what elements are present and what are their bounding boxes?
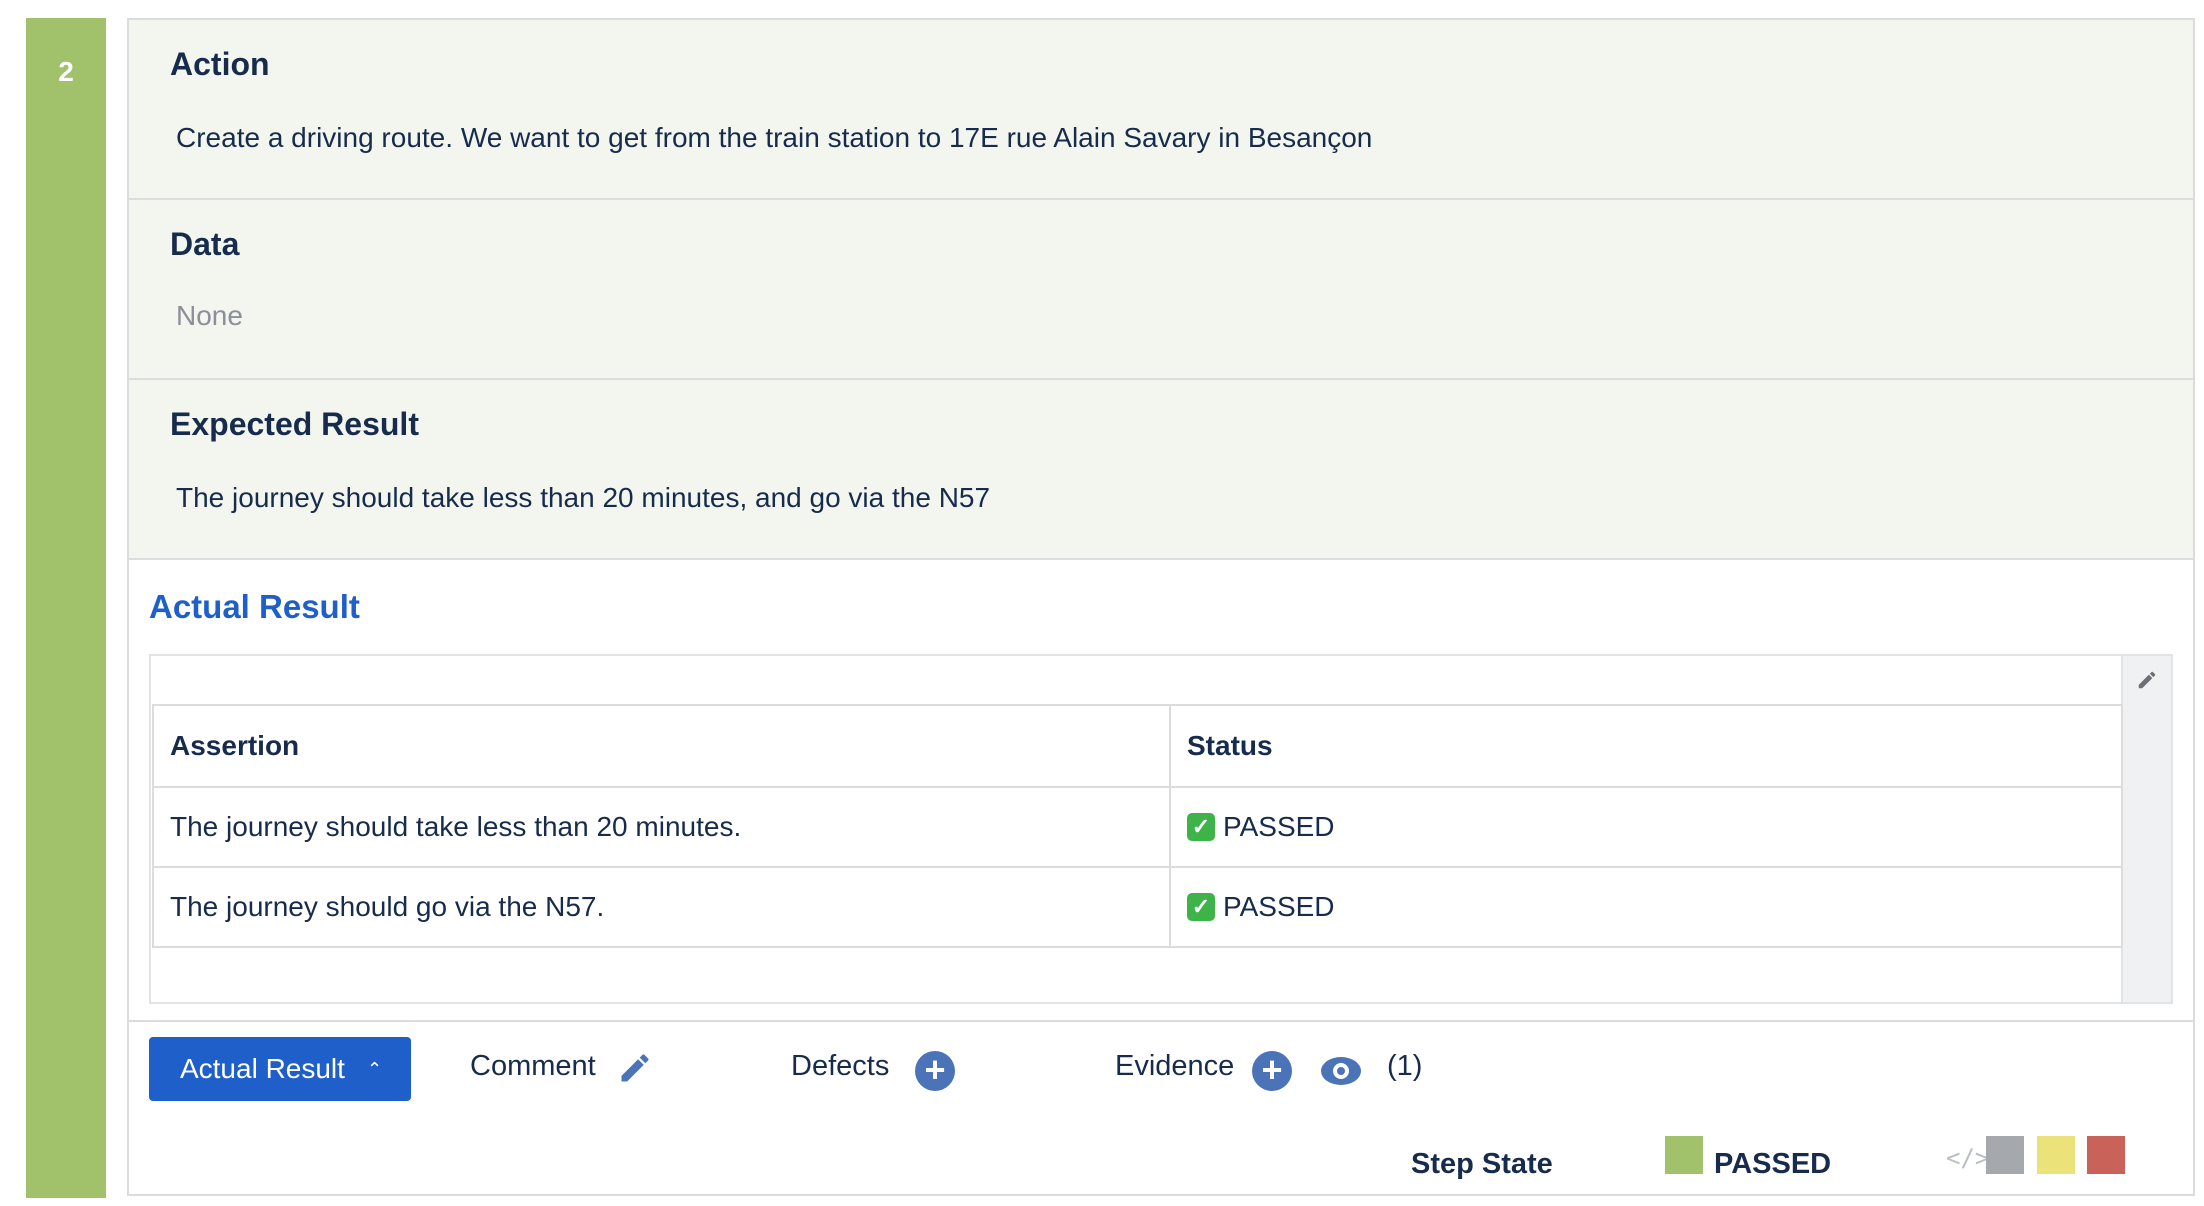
step-number: 2 <box>58 56 74 87</box>
add-evidence-icon[interactable]: + <box>1252 1051 1292 1091</box>
actual-result-button-label: Actual Result <box>179 1053 345 1084</box>
code-icon[interactable]: </> <box>1946 1144 1989 1172</box>
table-row: The journey should go via the N57. ✓ PAS… <box>152 866 2123 948</box>
status-cell: ✓ PASSED <box>1169 786 2123 868</box>
expected-result-section: Expected Result The journey should take … <box>129 380 2193 560</box>
expected-result-body: The journey should take less than 20 min… <box>176 482 991 513</box>
check-icon: ✓ <box>1187 813 1215 841</box>
comment-button[interactable]: Comment <box>470 1050 596 1083</box>
eye-icon[interactable] <box>1319 1053 1363 1089</box>
data-title: Data <box>170 226 240 262</box>
add-defect-icon[interactable]: + <box>915 1051 955 1091</box>
comment-label: Comment <box>470 1050 596 1082</box>
column-header-assertion: Assertion <box>152 704 1171 788</box>
status-cell: ✓ PASSED <box>1169 866 2123 948</box>
data-body: None <box>176 300 243 331</box>
assertion-cell: The journey should take less than 20 min… <box>152 786 1171 868</box>
actual-result-editor[interactable]: Assertion Status The journey should take… <box>149 654 2173 1004</box>
status-text: PASSED <box>1223 811 1335 842</box>
defects-label: Defects <box>791 1050 890 1082</box>
state-executing-button[interactable] <box>2037 1136 2075 1174</box>
check-icon: ✓ <box>1187 893 1215 921</box>
actual-result-title: Actual Result <box>149 588 360 625</box>
step-card: Action Create a driving route. We want t… <box>127 18 2195 1196</box>
column-header-status: Status <box>1169 704 2123 788</box>
action-body: Create a driving route. We want to get f… <box>176 122 1373 153</box>
action-section: Action Create a driving route. We want t… <box>129 20 2193 200</box>
action-title: Action <box>170 46 270 82</box>
expected-result-title: Expected Result <box>170 406 419 442</box>
state-todo-button[interactable] <box>1986 1136 2024 1174</box>
step-state-value: PASSED <box>1714 1148 1832 1180</box>
evidence-count: (1) <box>1387 1050 1423 1082</box>
footer-divider <box>129 1020 2193 1022</box>
status-text: PASSED <box>1223 891 1335 922</box>
evidence-label: Evidence <box>1115 1050 1235 1082</box>
state-failed-button[interactable] <box>2087 1136 2125 1174</box>
chevron-up-icon: ⌃ <box>366 1059 382 1079</box>
assertion-cell: The journey should go via the N57. <box>152 866 1171 948</box>
state-passed-swatch <box>1665 1136 1703 1174</box>
step-indicator-bar: 2 <box>26 18 106 1198</box>
data-section: Data None <box>129 200 2193 380</box>
edit-pencil-icon[interactable] <box>2136 668 2158 692</box>
step-state-label: Step State <box>1411 1148 1553 1180</box>
table-header-row: Assertion Status <box>152 704 2123 788</box>
assertion-table: Assertion Status The journey should take… <box>152 704 2123 948</box>
table-row: The journey should take less than 20 min… <box>152 786 2123 868</box>
actual-result-toggle-button[interactable]: Actual Result ⌃ <box>149 1037 411 1101</box>
editor-side-panel <box>2121 656 2171 1002</box>
edit-pencil-icon[interactable] <box>617 1050 653 1086</box>
